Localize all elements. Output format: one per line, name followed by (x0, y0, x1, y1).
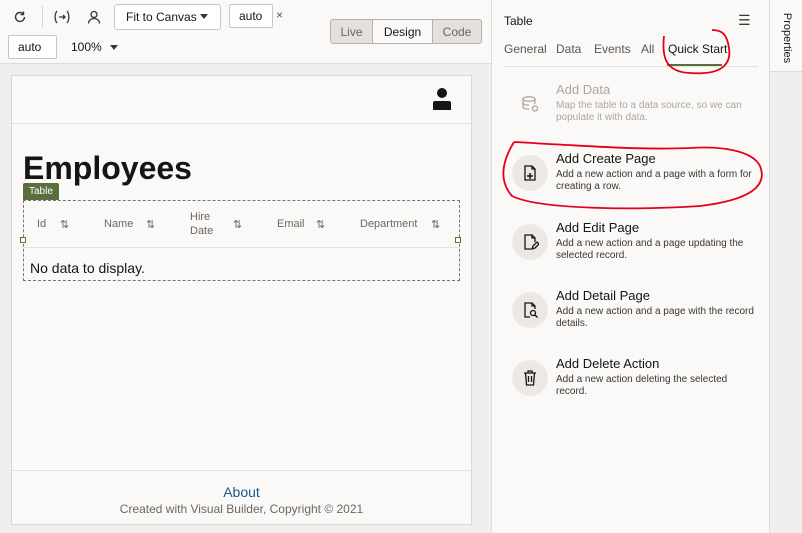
column-header-hire-date[interactable]: Hire Date (190, 201, 220, 247)
mode-design-button[interactable]: Design (373, 20, 433, 43)
properties-rail-label: Properties (781, 12, 794, 64)
chevron-down-icon (200, 14, 208, 19)
tab-all[interactable]: All (641, 42, 654, 56)
page-header (12, 76, 471, 124)
designer-area: Fit to Canvas auto × auto 100% Live Desi… (0, 0, 491, 533)
empty-table-message: No data to display. (30, 260, 145, 276)
user-icon[interactable] (83, 6, 105, 28)
quick-start-add-create-page[interactable]: Add Create Page Add a new action and a p… (512, 151, 762, 215)
panel-title: Table (504, 14, 533, 28)
quick-start-description: Map the table to a data source, so we ca… (556, 100, 742, 123)
column-header-department[interactable]: Department (360, 201, 417, 247)
properties-panel: Table ☰ General Data Events All Quick St… (491, 0, 769, 533)
column-header-email[interactable]: Email (277, 201, 305, 247)
canvas-height-input[interactable]: auto (8, 35, 57, 59)
fit-to-canvas-select[interactable]: Fit to Canvas (114, 4, 221, 30)
quick-start-description: Add a new action and a page with the rec… (556, 306, 754, 329)
quick-start-title: Add Edit Page (556, 220, 640, 235)
page-footer: About Created with Visual Builder, Copyr… (12, 470, 471, 524)
quick-start-title: Add Data (556, 82, 611, 97)
resize-handle-left[interactable] (20, 237, 26, 243)
properties-rail-label-wrap: Properties (772, 10, 802, 66)
page-edit-icon (512, 224, 548, 260)
quick-start-add-detail-page[interactable]: Add Detail Page Add a new action and a p… (512, 288, 762, 352)
refresh-icon[interactable] (9, 6, 31, 28)
quick-start-title: Add Delete Action (556, 356, 660, 371)
fit-to-canvas-label: Fit to Canvas (126, 10, 197, 24)
tab-events[interactable]: Events (594, 42, 631, 56)
side-rail: Properties (769, 0, 802, 533)
quick-start-description: Add a new action and a page updating the… (556, 238, 744, 261)
tab-quick-start[interactable]: Quick Start (668, 42, 727, 56)
menu-icon[interactable]: ☰ (738, 12, 751, 29)
trash-icon (512, 360, 548, 396)
quick-start-add-delete-action[interactable]: Add Delete Action Add a new action delet… (512, 356, 762, 420)
sort-icon[interactable]: ⇅ (60, 218, 69, 231)
quick-start-add-data: Add Data Map the table to a data source,… (512, 82, 762, 146)
database-icon (512, 86, 548, 122)
about-link[interactable]: About (12, 484, 471, 500)
employees-table[interactable]: Id ⇅ Name ⇅ Hire Date ⇅ Email ⇅ Departme… (20, 200, 461, 281)
table-header-divider (24, 247, 459, 248)
page-search-icon (512, 292, 548, 328)
sort-icon[interactable]: ⇅ (316, 218, 325, 231)
sort-icon[interactable]: ⇅ (431, 218, 440, 231)
table-tag: Table (23, 183, 59, 200)
properties-rail-tab[interactable]: Properties (770, 0, 802, 72)
designer-toolbar: Fit to Canvas auto × auto 100% Live Desi… (0, 0, 491, 64)
mode-switcher: Live Design Code (330, 19, 482, 44)
avatar-icon[interactable] (433, 88, 451, 112)
page-add-icon (512, 155, 548, 191)
canvas-width-input[interactable]: auto (229, 4, 273, 28)
quick-start-description: Add a new action deleting the selected r… (556, 374, 728, 397)
mode-live-button[interactable]: Live (331, 20, 373, 43)
tab-general[interactable]: General (504, 42, 547, 56)
dimension-separator: × (276, 8, 284, 22)
mode-code-button[interactable]: Code (433, 20, 481, 43)
avatar-body (433, 101, 451, 110)
variables-icon[interactable] (51, 6, 73, 28)
avatar-head (437, 88, 447, 98)
page-canvas: Employees Table Id ⇅ Name ⇅ Hire Date ⇅ … (11, 75, 472, 525)
zoom-level[interactable]: 100% (71, 40, 102, 54)
sort-icon[interactable]: ⇅ (233, 218, 242, 231)
chevron-down-icon[interactable] (110, 45, 118, 50)
quick-start-title: Add Create Page (556, 151, 656, 166)
tabs-divider (504, 66, 758, 67)
sort-icon[interactable]: ⇅ (146, 218, 155, 231)
tab-data[interactable]: Data (556, 42, 581, 56)
quick-start-add-edit-page[interactable]: Add Edit Page Add a new action and a pag… (512, 220, 762, 284)
copyright-text: Created with Visual Builder, Copyright ©… (119, 502, 364, 516)
column-header-name[interactable]: Name (104, 201, 133, 247)
toolbar-divider (42, 6, 43, 28)
page-title[interactable]: Employees (23, 150, 192, 187)
quick-start-description: Add a new action and a page with a form … (556, 169, 752, 192)
resize-handle-right[interactable] (455, 237, 461, 243)
quick-start-title: Add Detail Page (556, 288, 650, 303)
column-header-id[interactable]: Id (37, 201, 46, 247)
